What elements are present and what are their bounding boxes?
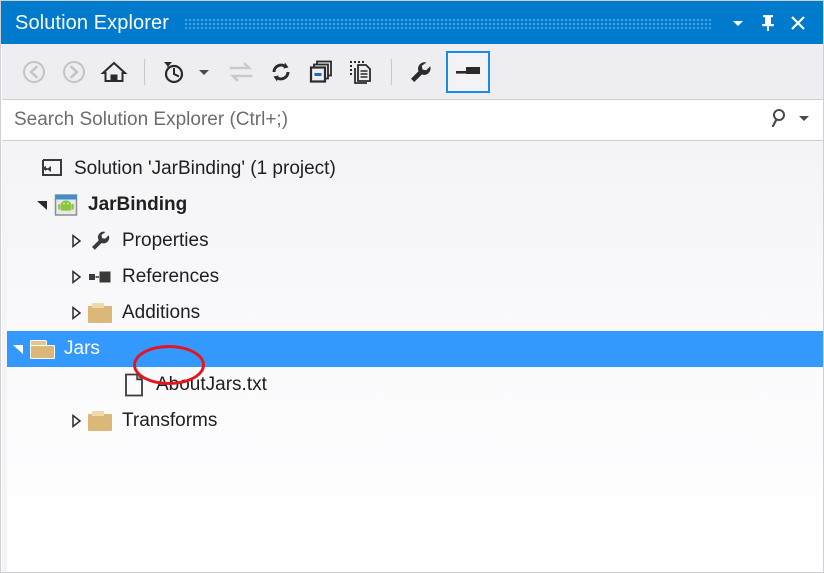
node-transforms[interactable]: Transforms <box>7 403 823 439</box>
page-title: Solution Explorer <box>15 11 170 34</box>
search-options-chevron-down-icon[interactable] <box>798 111 810 129</box>
expander-placeholder <box>17 151 39 187</box>
node-aboutjars-txt-label: AboutJars.txt <box>156 374 267 395</box>
references-icon <box>87 264 113 290</box>
expander-collapsed-icon[interactable] <box>65 259 87 295</box>
node-jars-label: Jars <box>64 338 100 359</box>
toolbar-separator-2 <box>391 58 392 85</box>
node-transforms-label: Transforms <box>122 410 218 431</box>
title-bar: Solution Explorer <box>1 1 823 44</box>
expander-collapsed-icon[interactable] <box>65 223 87 259</box>
node-references-label: References <box>122 266 220 287</box>
properties-button[interactable] <box>402 54 438 90</box>
search-bar <box>2 99 823 141</box>
toolbar <box>2 44 823 99</box>
folder-closed-icon <box>87 300 113 326</box>
solution-icon <box>39 156 65 182</box>
wrench-icon <box>87 228 113 254</box>
toolbar-separator-1 <box>144 58 145 85</box>
folder-open-icon <box>29 336 55 362</box>
node-jars[interactable]: Jars <box>7 331 823 367</box>
pin-icon[interactable] <box>753 7 783 39</box>
expander-collapsed-icon[interactable] <box>65 295 87 331</box>
expander-placeholder <box>99 367 121 403</box>
collapse-all-button[interactable] <box>303 54 339 90</box>
document-icon <box>121 372 147 398</box>
pending-changes-dropdown-chevron-down-icon[interactable] <box>195 54 213 90</box>
expander-expanded-icon[interactable] <box>7 331 29 367</box>
node-aboutjars-txt[interactable]: AboutJars.txt <box>7 367 823 403</box>
node-references[interactable]: References <box>7 259 823 295</box>
refresh-button[interactable] <box>263 54 299 90</box>
home-button[interactable] <box>96 54 132 90</box>
solution-explorer-window: Solution Explorer Search Solution Explor… <box>0 0 824 573</box>
node-additions-label: Additions <box>122 302 201 323</box>
project-node-jarbinding[interactable]: JarBinding <box>7 187 823 223</box>
pending-changes-filter-button[interactable] <box>155 54 191 90</box>
forward-button[interactable] <box>56 54 92 90</box>
node-additions[interactable]: Additions <box>7 295 823 331</box>
android-project-icon <box>53 192 79 218</box>
search-icon[interactable] <box>770 107 792 134</box>
window-menu-chevron-icon[interactable] <box>723 7 753 39</box>
solution-node-label: Solution 'JarBinding' (1 project) <box>74 158 336 179</box>
search-input[interactable] <box>14 109 770 131</box>
node-properties-label: Properties <box>122 230 209 251</box>
expander-collapsed-icon[interactable] <box>65 403 87 439</box>
solution-tree[interactable]: Solution 'JarBinding' (1 project) JarBin… <box>2 141 823 572</box>
expander-expanded-icon[interactable] <box>31 187 53 223</box>
preview-selected-items-button[interactable] <box>446 50 490 93</box>
show-all-files-button[interactable] <box>343 54 379 90</box>
sync-with-active-document-button[interactable] <box>223 54 259 90</box>
project-node-jarbinding-label: JarBinding <box>88 194 188 215</box>
solution-node[interactable]: Solution 'JarBinding' (1 project) <box>7 151 823 187</box>
back-button[interactable] <box>16 54 52 90</box>
node-properties[interactable]: Properties <box>7 223 823 259</box>
title-drag-dots <box>185 18 711 31</box>
close-icon[interactable] <box>783 7 813 39</box>
folder-closed-icon <box>87 408 113 434</box>
